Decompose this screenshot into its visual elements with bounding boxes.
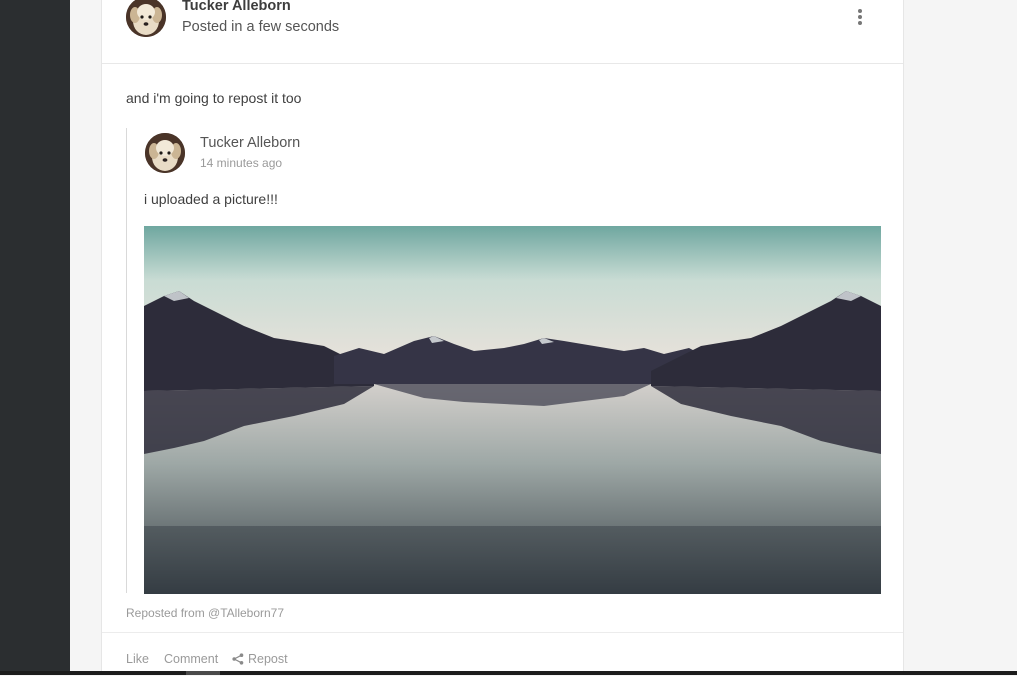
author-avatar[interactable]	[126, 0, 166, 37]
repost-button[interactable]: Repost	[232, 652, 288, 666]
repost-source-label: Reposted from @TAlleborn77	[126, 606, 285, 620]
author-name[interactable]: Tucker Alleborn	[182, 0, 291, 14]
share-icon	[232, 653, 244, 665]
original-author-name[interactable]: Tucker Alleborn	[200, 135, 300, 151]
taskbar-tab[interactable]	[186, 671, 220, 675]
comment-button[interactable]: Comment	[164, 652, 218, 666]
post-header: Tucker Alleborn Posted in a few seconds	[102, 0, 903, 64]
reposted-content: Tucker Alleborn 14 minutes ago i uploade…	[126, 128, 881, 594]
original-post-text: i uploaded a picture!!!	[144, 191, 278, 207]
repost-label: Repost	[248, 652, 288, 666]
app-sidebar	[0, 0, 70, 675]
post-card: Tucker Alleborn Posted in a few seconds …	[101, 0, 904, 675]
landscape-image[interactable]	[144, 226, 881, 594]
original-timestamp: 14 minutes ago	[200, 156, 283, 170]
like-button[interactable]: Like	[126, 652, 149, 666]
more-options-icon[interactable]	[854, 6, 866, 28]
post-action-bar: Like Comment Repost	[102, 632, 903, 676]
post-body-text: and i'm going to repost it too	[126, 90, 302, 106]
taskbar	[0, 671, 1017, 675]
post-timestamp: Posted in a few seconds	[182, 19, 340, 35]
original-author-avatar[interactable]	[145, 133, 185, 173]
